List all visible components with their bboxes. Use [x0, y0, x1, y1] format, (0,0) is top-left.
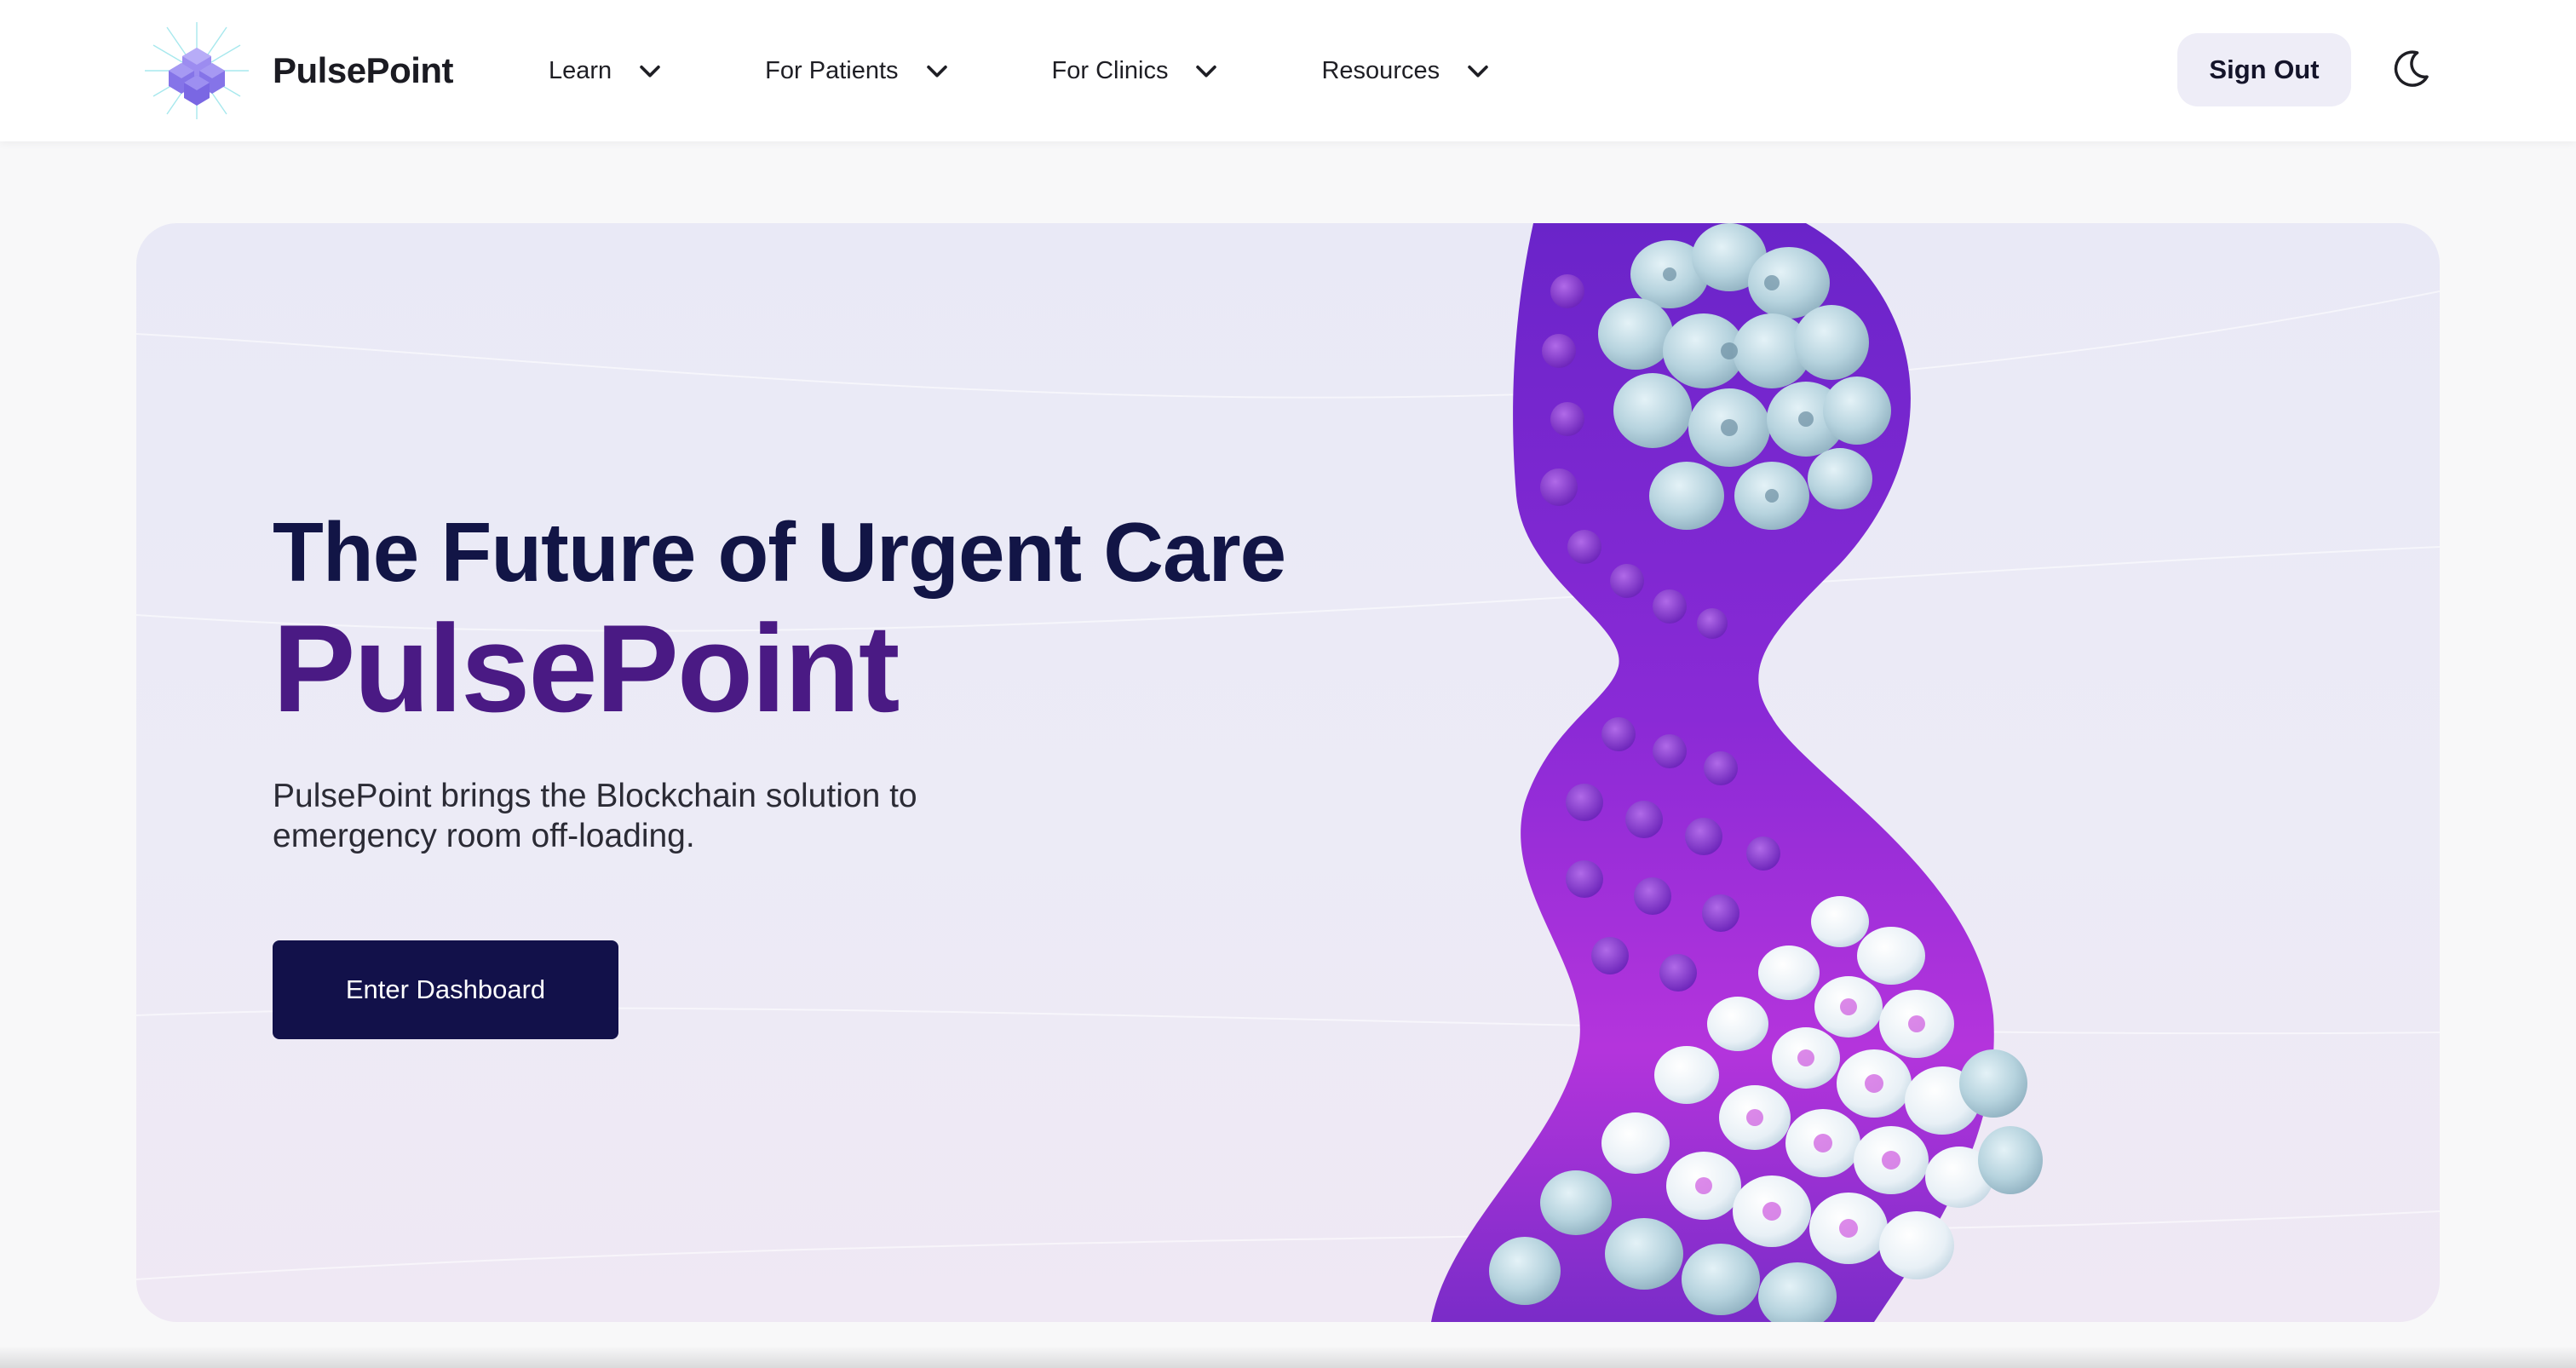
chevron-down-icon	[1468, 65, 1488, 78]
moon-icon[interactable]	[2389, 47, 2433, 91]
hero-brand-name: PulsePoint	[273, 598, 900, 738]
hero-title: The Future of Urgent Care	[273, 505, 1286, 599]
nav-learn-label: Learn	[549, 56, 612, 84]
page-bottom-shadow	[0, 1346, 2576, 1368]
nav-for-patients-dropdown[interactable]: For Patients	[765, 56, 951, 85]
chevron-down-icon	[640, 65, 660, 78]
nav-for-patients-label: For Patients	[765, 56, 899, 84]
top-navbar: PulsePoint Learn For Patients For Clinic…	[0, 0, 2576, 141]
hero-description: PulsePoint brings the Blockchain solutio…	[273, 777, 917, 855]
sign-out-button[interactable]: Sign Out	[2177, 33, 2351, 106]
hexagon-cube-logo-icon	[145, 22, 249, 119]
hero-text-block: The Future of Urgent Care PulsePoint Pul…	[273, 504, 1550, 857]
hero-banner: The Future of Urgent Care PulsePoint Pul…	[136, 223, 2440, 1322]
brand-home-link[interactable]: PulsePoint	[141, 19, 454, 123]
nav-for-clinics-dropdown[interactable]: For Clinics	[1052, 56, 1222, 85]
brand-name: PulsePoint	[273, 50, 454, 90]
nav-learn-dropdown[interactable]: Learn	[549, 56, 664, 85]
chevron-down-icon	[1196, 65, 1217, 78]
enter-dashboard-button[interactable]: Enter Dashboard	[273, 940, 618, 1039]
nav-for-clinics-label: For Clinics	[1051, 56, 1169, 84]
nav-resources-label: Resources	[1321, 56, 1440, 84]
chevron-down-icon	[926, 65, 947, 78]
nav-resources-dropdown[interactable]: Resources	[1321, 56, 1492, 85]
main-nav: Learn For Patients For Clinics Resources	[549, 0, 1492, 141]
